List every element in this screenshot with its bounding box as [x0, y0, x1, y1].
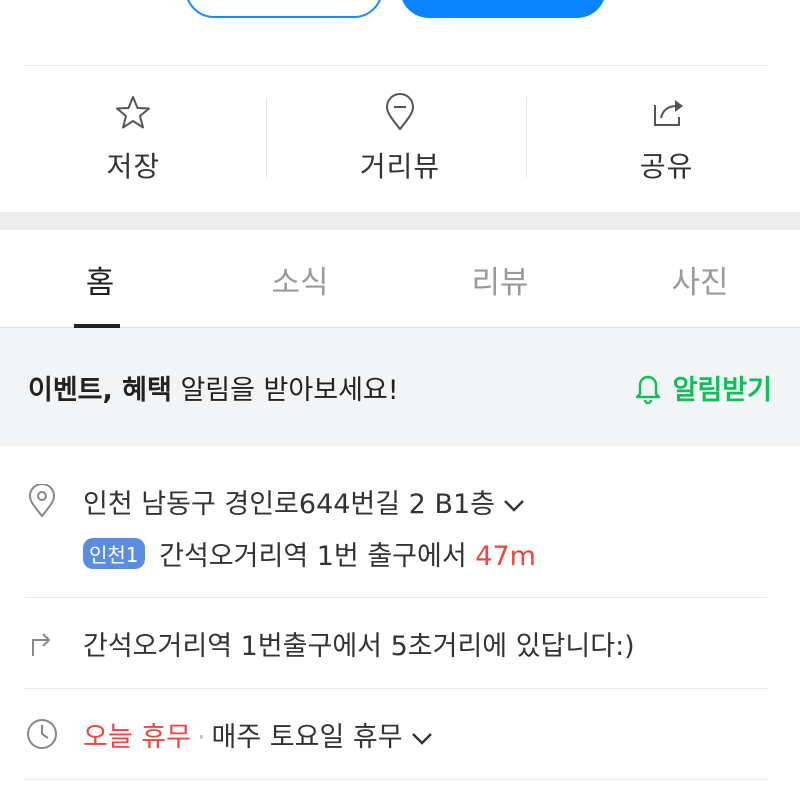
- divider: [526, 98, 527, 178]
- street-view-button[interactable]: 거리뷰: [267, 66, 534, 212]
- address-text: 인천 남동구 경인로644번길 2 B1층: [83, 489, 495, 520]
- notification-banner: 이벤트, 혜택 알림을 받아보세요! 알림받기: [0, 328, 800, 446]
- action-bar: 저장 거리뷰 공유: [0, 66, 800, 212]
- tab-reviews[interactable]: 리뷰: [400, 230, 600, 327]
- divider: [266, 98, 267, 178]
- street-view-label: 거리뷰: [359, 150, 441, 183]
- hours-row: 오늘 휴무 · 매주 토요일 휴무: [25, 689, 767, 779]
- station-distance: 47m: [475, 541, 536, 572]
- tab-home[interactable]: 홈: [0, 230, 200, 328]
- chevron-down-icon: [504, 499, 524, 512]
- hours-detail: 매주 토요일 휴무: [211, 722, 403, 753]
- share-button[interactable]: 공유: [533, 66, 800, 212]
- location-pin-icon: [28, 484, 56, 518]
- notice-text: 이벤트, 혜택 알림을 받아보세요!: [28, 368, 631, 407]
- today-status: 오늘 휴무: [83, 722, 191, 753]
- subscribe-alarm-label: 알림받기: [672, 374, 772, 406]
- station-info: 인천1 간석오거리역 1번 출구에서 47m: [83, 534, 536, 573]
- save-button[interactable]: 저장: [0, 66, 267, 212]
- address-text-wrap[interactable]: 인천 남동구 경인로644번길 2 B1층: [83, 482, 525, 521]
- directions-text: 간석오거리역 1번출구에서 5초거리에 있답니다:): [83, 631, 635, 662]
- clock-icon: [27, 719, 57, 749]
- hours-text-wrap[interactable]: 오늘 휴무 · 매주 토요일 휴무: [83, 715, 433, 754]
- divider: [25, 779, 767, 780]
- separator-dot: ·: [196, 722, 206, 753]
- address-row: 인천 남동구 경인로644번길 2 B1층 인천1 간석오거리역 1번 출구에서…: [25, 446, 767, 598]
- subscribe-alarm-button[interactable]: 알림받기: [631, 368, 772, 407]
- subway-line-badge: 인천1: [83, 538, 145, 569]
- save-label: 저장: [106, 150, 161, 183]
- bell-icon: [635, 375, 660, 404]
- star-icon: [113, 93, 153, 133]
- chevron-down-icon: [411, 732, 432, 745]
- share-label: 공유: [639, 150, 694, 183]
- share-icon: [647, 93, 687, 133]
- secondary-action-button[interactable]: [185, 0, 383, 18]
- map-pin-icon: [380, 93, 420, 133]
- notice-rest-text: 알림을 받아보세요!: [171, 374, 399, 406]
- section-separator: [0, 212, 800, 230]
- station-text: 간석오거리역 1번 출구에서: [150, 541, 476, 572]
- directions-arrow-icon: [32, 633, 51, 656]
- directions-row: 간석오거리역 1번출구에서 5초거리에 있답니다:): [25, 598, 767, 688]
- tab-news[interactable]: 소식: [200, 230, 400, 327]
- tab-bar: 홈 소식 리뷰 사진: [0, 230, 800, 328]
- primary-action-button[interactable]: [400, 0, 606, 18]
- notice-bold-text: 이벤트, 혜택: [28, 374, 172, 406]
- tab-photos[interactable]: 사진: [600, 230, 800, 327]
